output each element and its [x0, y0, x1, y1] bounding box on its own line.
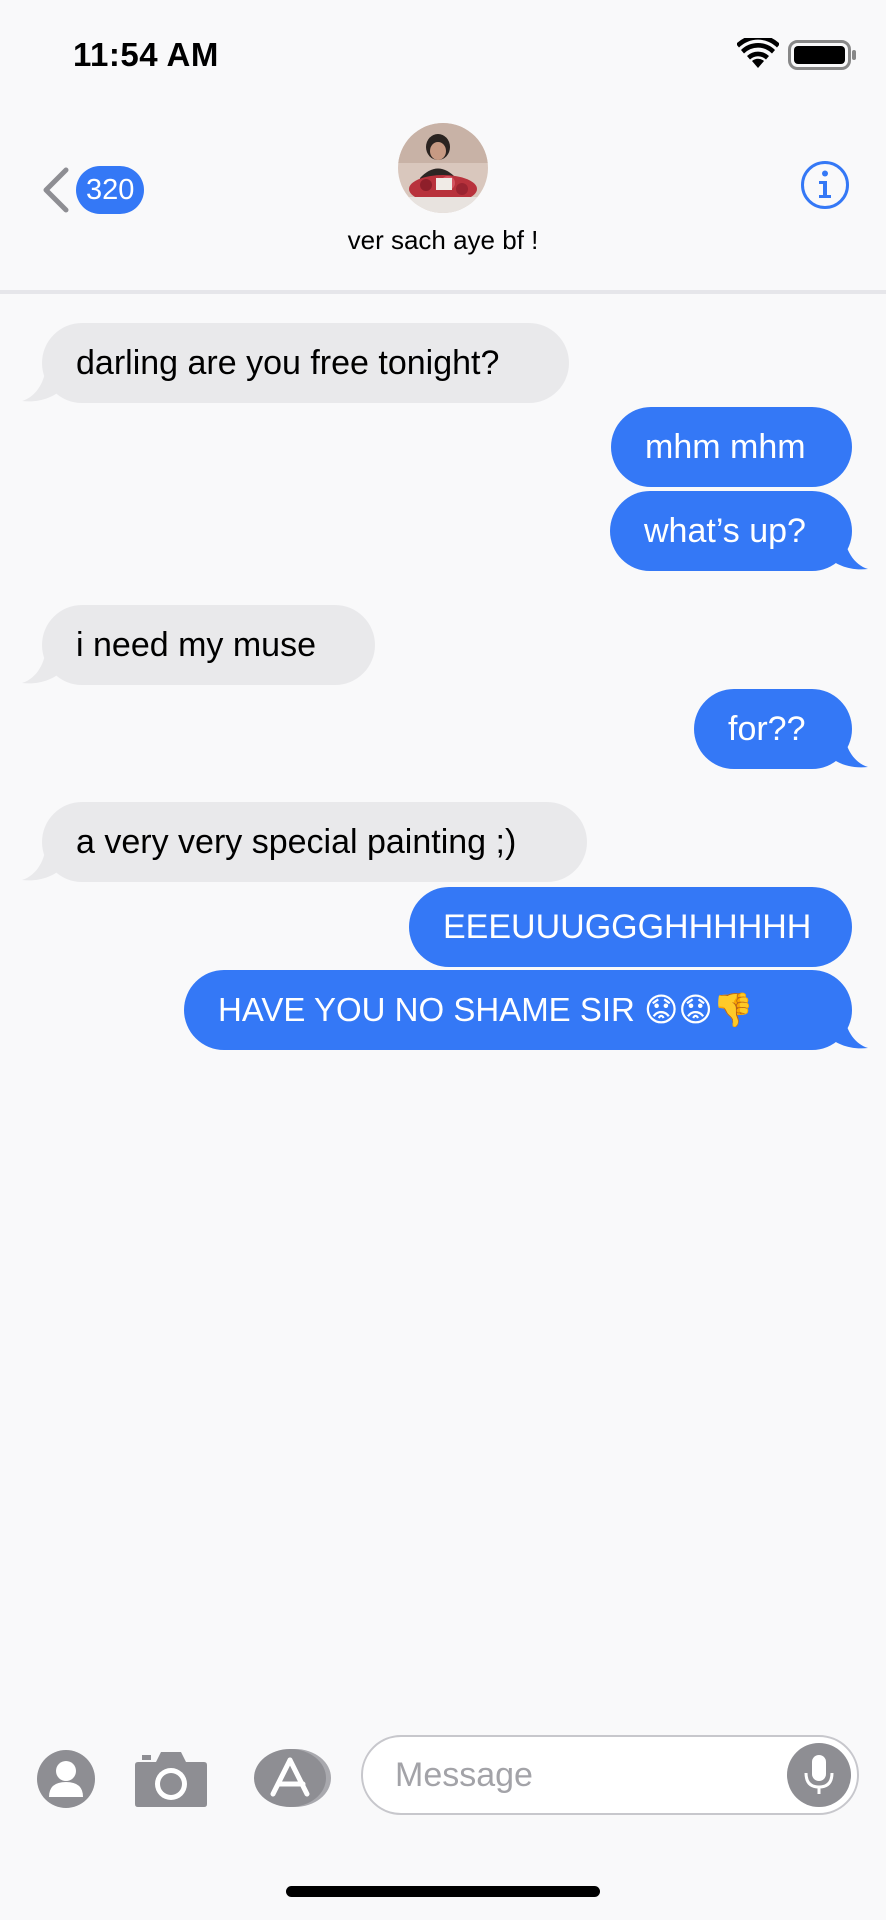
message-input[interactable]: Message: [361, 1735, 859, 1815]
input-bar: Message: [0, 1710, 886, 1840]
status-bar: 11:54 AM: [0, 0, 886, 110]
unread-count-badge: 320: [76, 166, 145, 214]
home-indicator[interactable]: [286, 1886, 600, 1897]
message-bubble[interactable]: HAVE YOU NO SHAME SIR 😟😟👎: [184, 970, 852, 1050]
avatar-image: [398, 123, 488, 213]
message-bubble[interactable]: darling are you free tonight?: [42, 323, 569, 403]
message-placeholder: Message: [395, 1756, 533, 1794]
wifi-icon: [737, 38, 779, 68]
back-button[interactable]: 320: [40, 160, 160, 220]
message-bubble[interactable]: for??: [694, 689, 852, 769]
contact-icon[interactable]: [36, 1749, 96, 1809]
message-bubble[interactable]: a very very special painting ;): [42, 802, 587, 882]
contact-avatar[interactable]: [398, 123, 488, 213]
message-bubble[interactable]: what’s up?: [610, 491, 852, 571]
microphone-icon: [804, 1755, 834, 1794]
message-bubble[interactable]: EEEUUUGGGHHHHHH: [409, 887, 852, 967]
status-time: 11:54 AM: [73, 36, 219, 73]
camera-icon[interactable]: [134, 1748, 208, 1808]
messages-screen: 11:54 AM 320 ver sach aye bf ! darling a…: [0, 0, 886, 1920]
microphone-button[interactable]: [787, 1743, 851, 1807]
message-bubble[interactable]: mhm mhm: [611, 407, 852, 487]
conversation-header: 320 ver sach aye bf !: [0, 110, 886, 294]
contact-name[interactable]: ver sach aye bf !: [0, 225, 886, 256]
battery-icon: [788, 40, 856, 70]
message-bubble[interactable]: i need my muse: [42, 605, 375, 685]
back-chevron-icon: [43, 167, 69, 213]
app-store-icon[interactable]: [251, 1748, 333, 1808]
info-icon[interactable]: [800, 160, 850, 210]
